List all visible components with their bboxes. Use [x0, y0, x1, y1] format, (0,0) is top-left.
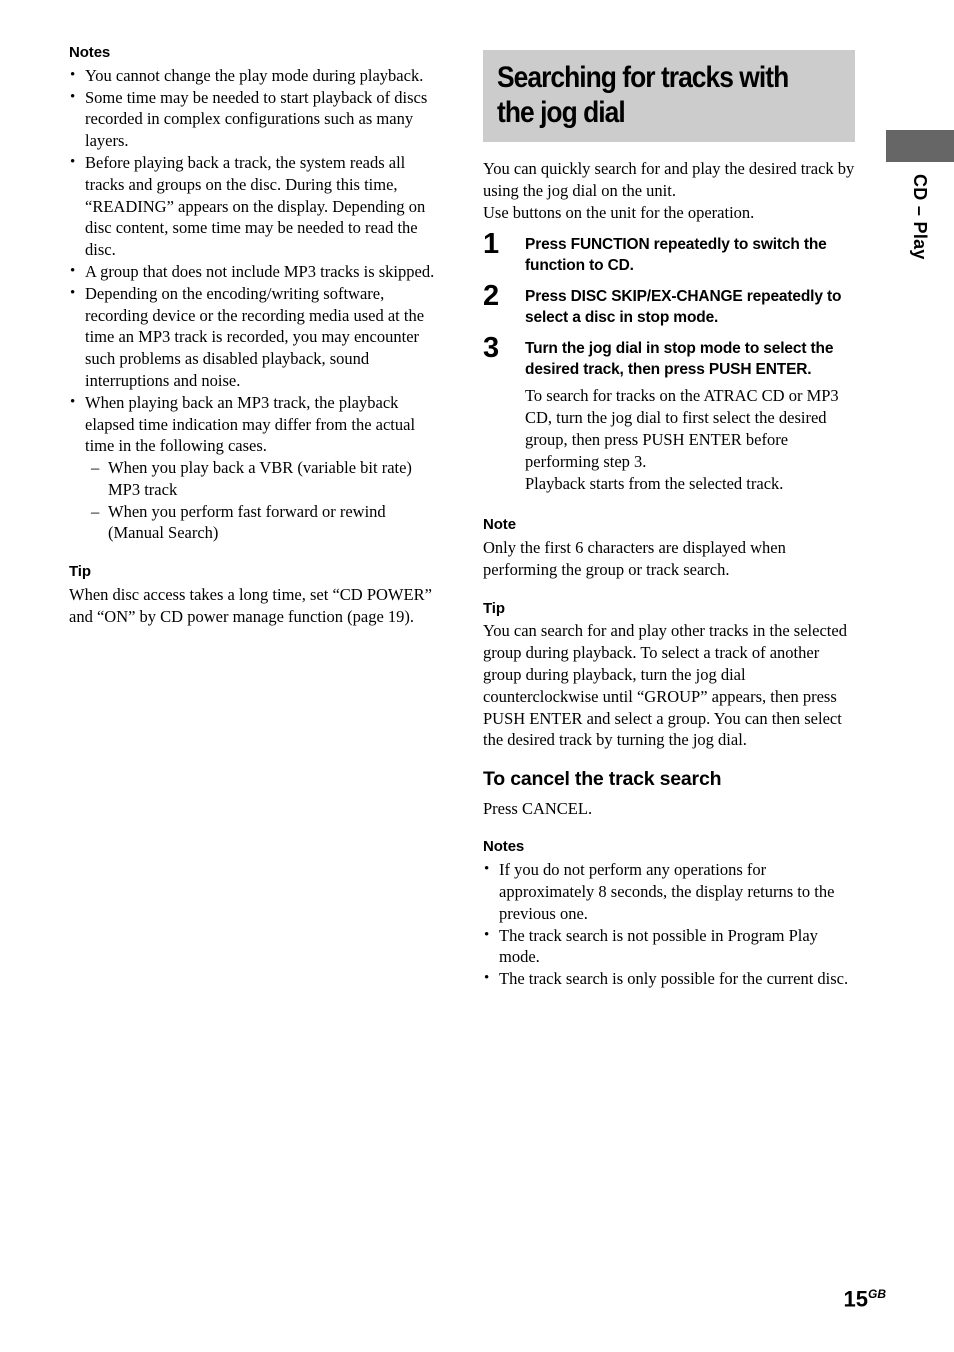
section-title-banner: Searching for tracks with the jog dial	[483, 50, 855, 142]
right-notes-list: • If you do not perform any operations fo…	[483, 859, 855, 990]
page-number-suffix: GB	[868, 1286, 886, 1301]
cancel-section-heading: To cancel the track search	[483, 768, 722, 791]
list-item: • Before playing back a track, the system…	[69, 152, 444, 261]
list-item: – When you perform fast forward or rewind…	[91, 501, 444, 545]
step-1: 1 Press FUNCTION repeatedly to switch th…	[483, 230, 855, 276]
bullet-icon: •	[70, 284, 76, 301]
tip-text: You can search for and play other tracks…	[483, 621, 847, 750]
side-tab-label: CD – Play	[910, 174, 930, 260]
side-tab-label-wrap: CD – Play	[886, 162, 954, 302]
bullet-icon: •	[484, 861, 490, 878]
tip-heading: Tip	[483, 599, 505, 617]
side-tab-marker	[886, 130, 954, 162]
list-item: • The track search is not possible in Pro…	[483, 925, 855, 969]
bullet-icon: •	[70, 393, 76, 410]
page-title: Searching for tracks with the jog dial	[497, 61, 789, 129]
list-item-text: The track search is only possible for th…	[499, 969, 849, 989]
bullet-icon: •	[484, 970, 490, 987]
list-item-text: When you play back a VBR (variable bit r…	[108, 458, 412, 499]
list-item: • You cannot change the play mode during …	[69, 65, 444, 87]
step-3: 3 Turn the jog dial in stop mode to sele…	[483, 334, 855, 494]
list-item: • If you do not perform any operations fo…	[483, 859, 855, 924]
step-2: 2 Press DISC SKIP/EX-CHANGE repeatedly t…	[483, 282, 855, 328]
step-sub-text-2: Playback starts from the selected track.	[525, 473, 784, 493]
list-item: • A group that does not include MP3 track…	[69, 261, 444, 283]
page-number: 15GB	[844, 1288, 886, 1310]
step-number: 2	[483, 280, 500, 313]
left-column: Notes • You cannot change the play mode d…	[69, 44, 444, 628]
bullet-icon: •	[484, 926, 490, 943]
left-tip-text: When disc access takes a long time, set …	[69, 585, 432, 626]
list-item-text: The track search is not possible in Prog…	[499, 925, 818, 967]
intro-paragraph: You can quickly search for and play the …	[483, 159, 855, 200]
step-text: Press FUNCTION repeatedly to switch the …	[525, 236, 827, 274]
left-tip-heading: Tip	[69, 563, 91, 581]
bullet-icon: •	[70, 88, 76, 105]
step-sub-text: To search for tracks on the ATRAC CD or …	[525, 386, 839, 471]
left-notes-heading: Notes	[69, 44, 111, 61]
left-notes-list: • You cannot change the play mode during …	[69, 65, 444, 457]
step-text: Press DISC SKIP/EX-CHANGE repeatedly to …	[525, 288, 842, 326]
right-column: Searching for tracks with the jog dial Y…	[483, 50, 855, 990]
note-heading: Note	[483, 516, 516, 534]
bullet-icon: •	[70, 66, 76, 83]
dash-icon: –	[91, 458, 100, 478]
list-item-text: If you do not perform any operations for…	[499, 860, 835, 923]
list-item-text: Before playing back a track, the system …	[85, 152, 426, 260]
step-number: 3	[483, 332, 500, 365]
bullet-icon: •	[70, 262, 76, 279]
page-number-value: 15	[843, 1286, 868, 1311]
list-item: • When playing back an MP3 track, the pla…	[69, 392, 444, 457]
list-item: • Some time may be needed to start playba…	[69, 87, 444, 152]
list-item-text: Some time may be needed to start playbac…	[85, 87, 428, 151]
intro-paragraph-2: Use buttons on the unit for the operatio…	[483, 202, 755, 222]
right-notes-heading: Notes	[483, 838, 525, 856]
list-item-text: Depending on the encoding/writing softwa…	[85, 283, 425, 390]
step-text: Turn the jog dial in stop mode to select…	[525, 340, 834, 378]
cancel-section-text: Press CANCEL.	[483, 798, 593, 818]
left-sub-notes-list: – When you play back a VBR (variable bit …	[69, 457, 444, 544]
bullet-icon: •	[70, 153, 76, 170]
list-item: • Depending on the encoding/writing softw…	[69, 283, 444, 392]
steps-list: 1 Press FUNCTION repeatedly to switch th…	[483, 230, 855, 494]
note-text: Only the first 6 characters are displaye…	[483, 538, 786, 579]
list-item: • The track search is only possible for t…	[483, 968, 855, 990]
dash-icon: –	[91, 501, 100, 521]
list-item-text: When you perform fast forward or rewind …	[108, 501, 386, 543]
list-item-text: A group that does not include MP3 tracks…	[85, 261, 435, 281]
side-tab: CD – Play	[886, 130, 954, 302]
list-item-text: When playing back an MP3 track, the play…	[85, 392, 416, 456]
list-item-text: You cannot change the play mode during p…	[85, 65, 424, 85]
list-item: – When you play back a VBR (variable bit …	[91, 457, 444, 501]
step-number: 1	[483, 228, 500, 261]
